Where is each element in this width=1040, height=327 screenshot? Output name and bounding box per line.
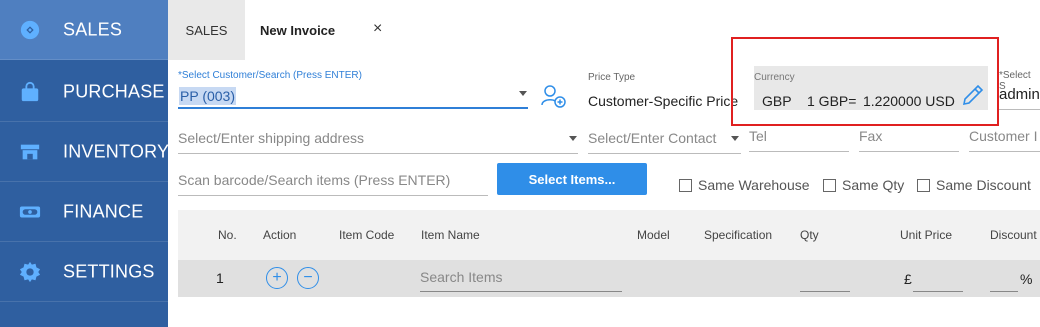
shipping-address-input[interactable]: Select/Enter shipping address <box>178 130 578 154</box>
percent-symbol: % <box>1020 271 1033 287</box>
customer-value: PP (003) <box>179 87 236 105</box>
chevron-down-icon[interactable] <box>519 91 527 96</box>
sidebar-item-purchase[interactable]: PURCHASE <box>0 62 168 122</box>
customer-ref-input[interactable]: Customer I <box>969 128 1040 152</box>
same-discount-checkbox[interactable]: Same Discount <box>917 177 1031 193</box>
currency-symbol: £ <box>904 271 912 287</box>
app-root: SALES PURCHASE INVENTORY FINANCE SETTING… <box>0 0 1040 327</box>
salesperson-underline <box>999 109 1040 110</box>
column-header-model: Model <box>637 228 670 242</box>
same-warehouse-label: Same Warehouse <box>698 177 810 193</box>
contact-input[interactable]: Select/Enter Contact <box>588 130 741 154</box>
highlight-frame <box>731 37 999 126</box>
barcode-search-input[interactable]: Scan barcode/Search items (Press ENTER) <box>178 172 488 196</box>
shopping-bag-icon <box>21 81 39 101</box>
price-type-value[interactable]: Customer-Specific Price <box>588 93 738 109</box>
sidebar-item-label: INVENTORY <box>63 141 170 161</box>
same-discount-label: Same Discount <box>936 177 1031 193</box>
tab-new-invoice[interactable]: New Invoice <box>260 0 335 60</box>
discount-input[interactable] <box>990 291 1018 292</box>
column-header-qty: Qty <box>800 228 819 242</box>
chevron-down-icon[interactable] <box>731 136 739 141</box>
column-header-unit-price: Unit Price <box>900 228 953 242</box>
sidebar-item-inventory[interactable]: INVENTORY <box>0 122 170 182</box>
same-warehouse-checkbox[interactable]: Same Warehouse <box>679 177 810 193</box>
sidebar-item-settings[interactable]: SETTINGS <box>0 242 168 302</box>
qty-input[interactable] <box>800 291 850 292</box>
add-user-icon[interactable] <box>540 83 566 109</box>
same-qty-checkbox[interactable]: Same Qty <box>823 177 904 193</box>
tag-icon <box>20 20 40 39</box>
checkbox-box[interactable] <box>917 178 930 192</box>
sidebar-item-label: SALES <box>63 19 123 39</box>
checkbox-box[interactable] <box>823 178 836 192</box>
items-table-header: No. Action Item Code Item Name Model Spe… <box>178 210 1040 260</box>
column-header-specification: Specification <box>704 228 773 242</box>
sidebar: SALES PURCHASE INVENTORY FINANCE SETTING… <box>0 0 170 327</box>
remove-row-button[interactable]: − <box>297 267 319 289</box>
sidebar-item-label: SETTINGS <box>63 261 155 281</box>
add-row-button[interactable]: + <box>266 267 288 289</box>
column-header-discount: Discount <box>990 228 1037 242</box>
sidebar-item-sales[interactable]: SALES <box>0 0 168 60</box>
fax-input[interactable]: Fax <box>859 128 959 152</box>
select-items-button[interactable]: Select Items... <box>497 163 647 195</box>
column-header-action: Action <box>263 228 297 242</box>
close-icon[interactable]: × <box>373 21 382 37</box>
plus-icon: + <box>272 269 282 286</box>
money-icon <box>19 206 41 217</box>
same-qty-label: Same Qty <box>842 177 905 193</box>
column-header-no: No. <box>218 228 237 242</box>
chevron-down-icon[interactable] <box>569 136 577 141</box>
unit-price-input[interactable] <box>913 291 963 292</box>
checkbox-box[interactable] <box>679 178 692 192</box>
sidebar-item-finance[interactable]: FINANCE <box>0 182 168 242</box>
customer-label: *Select Customer/Search (Press ENTER) <box>178 70 362 81</box>
store-icon <box>20 144 40 159</box>
minus-icon: − <box>303 269 313 286</box>
price-type-label: Price Type <box>588 72 636 83</box>
sidebar-item-label: FINANCE <box>63 201 144 221</box>
search-items-input[interactable]: Search Items <box>420 265 622 292</box>
tel-input[interactable]: Tel <box>749 128 849 152</box>
column-header-item-code: Item Code <box>339 228 395 242</box>
salesperson-value[interactable]: admin <box>999 86 1040 103</box>
sidebar-item-label: PURCHASE <box>63 81 165 101</box>
gear-icon <box>19 261 41 282</box>
tab-sales[interactable]: SALES <box>168 0 245 60</box>
column-header-item-name: Item Name <box>421 228 480 242</box>
row-number: 1 <box>216 270 224 286</box>
